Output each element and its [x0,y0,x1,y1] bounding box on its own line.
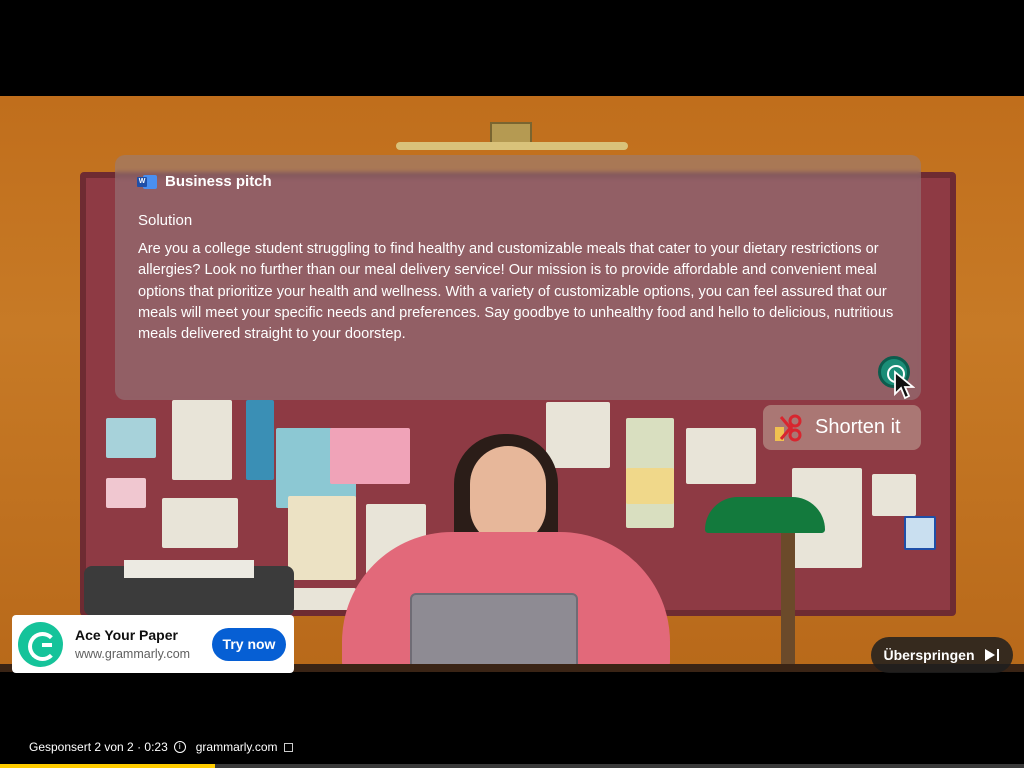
shorten-suggestion: Shorten it [763,405,921,450]
scissors-icon [775,414,802,441]
try-now-button[interactable]: Try now [212,627,286,661]
video-player[interactable]: W Business pitch Solution Are you a coll… [0,0,1024,768]
skip-label: Überspringen [883,647,975,663]
info-icon[interactable]: i [173,741,186,753]
sticky-note [106,478,146,508]
skip-ad-button[interactable]: Überspringen [871,637,1013,673]
document-header: W Business pitch [137,173,272,190]
document-title: Business pitch [165,173,272,190]
laptop [410,593,578,672]
sticky-note [546,402,610,468]
person-face [470,446,546,544]
typewriter-paper [124,560,254,578]
sticky-note [330,428,410,484]
sticky-note [872,474,916,516]
sticky-note [286,588,356,610]
ad-progress-fill [0,764,216,768]
document-body-text: Are you a college student struggling to … [138,241,894,343]
document-section-heading: Solution [138,212,193,229]
sticky-note [106,418,156,458]
ad-card[interactable]: Ace Your Paper www.grammarly.com Try now [12,615,294,673]
sponsored-label: Gesponsert 2 von 2 · 0:23 [29,740,168,754]
ad-info-bar: Gesponsert 2 von 2 · 0:23 i grammarly.co… [29,740,293,754]
sticky-note [686,428,756,484]
shorten-label: Shorten it [815,416,901,438]
document-overlay: W Business pitch Solution Are you a coll… [115,155,921,400]
typewriter [84,560,294,616]
sticky-note [626,468,674,504]
sticky-note [288,496,356,580]
sticky-note [246,400,274,480]
word-icon: W [137,174,157,190]
ad-title[interactable]: Ace Your Paper [75,627,212,643]
cursor-icon [894,370,915,400]
picture-light-mount [490,122,532,144]
advertiser-domain-link[interactable]: grammarly.com [196,740,278,754]
ad-url[interactable]: www.grammarly.com [75,647,212,661]
desk-lamp-shade [705,497,825,533]
skip-next-icon [984,648,1001,662]
picture-light [396,142,628,150]
sticky-note [904,516,936,550]
ad-text[interactable]: Ace Your Paper www.grammarly.com [75,627,212,661]
external-link-icon[interactable] [283,742,293,752]
sticky-note [172,400,232,480]
desk-lamp-pole [781,533,795,672]
sticky-note [162,498,238,548]
grammarly-logo-icon[interactable] [18,621,63,667]
